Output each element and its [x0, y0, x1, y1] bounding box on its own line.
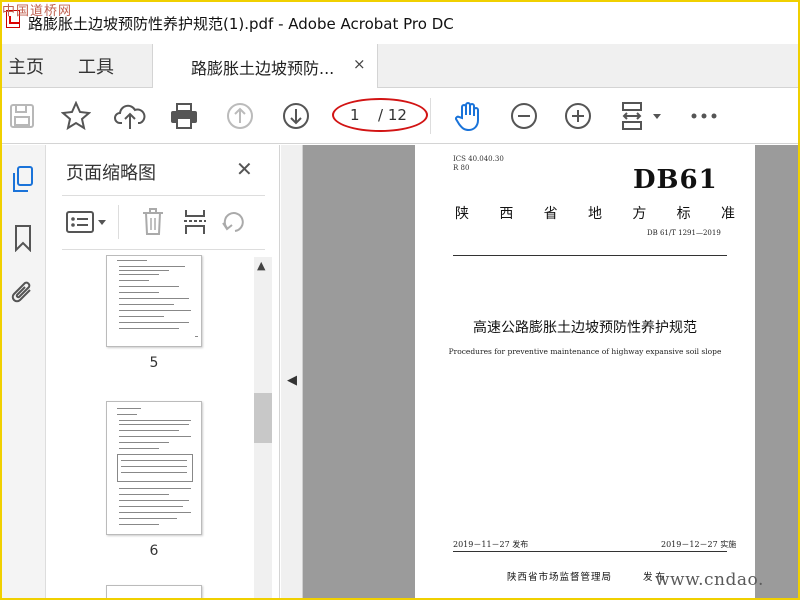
heading-char: 陕 — [455, 206, 469, 222]
province-standard-heading: 陕 西 省 地 方 标 准 — [455, 203, 735, 223]
ics-line: ICS 40.040.30 — [453, 155, 504, 163]
extract-pages-icon[interactable] — [180, 207, 210, 237]
heading-char: 地 — [587, 206, 602, 222]
page-number-field[interactable]: 1 / 12 — [332, 98, 428, 132]
thumbnail-page-7[interactable] — [106, 585, 202, 600]
panel-tools — [62, 203, 272, 243]
panel-divider-2 — [62, 249, 265, 250]
delete-page-icon[interactable] — [138, 207, 168, 237]
fit-page-icon[interactable] — [618, 100, 664, 132]
tab-bar: 主页 工具 路膨胀土边坡预防... × — [0, 44, 800, 88]
thumbnail-options-icon[interactable] — [64, 207, 110, 237]
document-title-en: Procedures for preventive maintenance of… — [448, 347, 722, 356]
tab-close-button[interactable]: × — [353, 55, 366, 73]
rotate-page-icon[interactable] — [220, 207, 250, 237]
zoom-out-icon[interactable] — [508, 100, 540, 132]
watermark-bottom: www.cndao. — [655, 570, 764, 590]
header-rule — [453, 255, 727, 256]
bookmark-icon[interactable] — [6, 221, 40, 255]
document-viewer: ◀ ICS 40.040.30 R 80 DB61 陕 西 省 地 方 标 准 … — [281, 145, 800, 600]
thumbnail-page-5[interactable] — [106, 255, 202, 347]
print-icon[interactable] — [168, 100, 200, 132]
heading-char: 省 — [543, 206, 558, 222]
document-title-zh: 高速公路膨胀土边坡预防性养护规范 — [473, 320, 697, 336]
more-icon[interactable] — [688, 100, 720, 132]
page-up-icon[interactable] — [224, 100, 256, 132]
footer-rule — [453, 551, 727, 552]
panel-tools-divider — [118, 205, 119, 239]
r-code-line: R 80 — [453, 164, 470, 172]
heading-char: 方 — [632, 206, 647, 222]
collapse-arrow-icon[interactable]: ◀ — [287, 373, 297, 388]
thumbnail-scrollbar[interactable]: ▲ — [254, 257, 272, 600]
hand-tool-icon[interactable] — [452, 100, 484, 132]
thumbnail-label: 6 — [149, 543, 159, 559]
toolbar: 1 / 12 — [0, 88, 800, 144]
toolbar-divider — [430, 98, 431, 134]
tab-document[interactable]: 路膨胀土边坡预防... × — [152, 44, 378, 88]
collapse-panel-handle[interactable]: ◀ — [281, 145, 303, 600]
heading-char: 西 — [499, 206, 514, 222]
tab-document-label: 路膨胀土边坡预防... — [191, 59, 335, 78]
ics-code: ICS 40.040.30 R 80 — [453, 155, 504, 173]
tab-tools[interactable]: 工具 — [78, 53, 114, 79]
thumbnails-panel: 页面缩略图 ✕ 5 6 ▲ — [46, 145, 280, 600]
scrollbar-thumb[interactable] — [254, 393, 272, 443]
thumbnail-list: 5 6 — [62, 255, 252, 600]
publish-date: 2019－11－27 发布 — [453, 540, 529, 549]
heading-char: 标 — [676, 206, 691, 222]
db-mark: DB61 — [633, 165, 718, 195]
implement-date: 2019－12－27 实施 — [661, 540, 737, 549]
panel-divider — [62, 195, 265, 196]
star-icon[interactable] — [60, 100, 92, 132]
issuer: 陕西省市场监督管理局 — [507, 572, 613, 583]
heading-char: 准 — [720, 206, 735, 222]
panel-title: 页面缩略图 — [66, 163, 156, 184]
attachment-icon[interactable] — [6, 277, 40, 311]
thumbnail-page-6[interactable] — [106, 401, 202, 535]
zoom-in-icon[interactable] — [562, 100, 594, 132]
standard-number: DB 61/T 1291—2019 — [647, 229, 721, 237]
red-highlight-oval — [332, 98, 428, 132]
tab-home[interactable]: 主页 — [8, 53, 44, 79]
title-bar: 中国道桥网 路膨胀土边坡预防性养护规范(1).pdf - Adobe Acrob… — [0, 0, 800, 44]
page-thumbnails-icon[interactable] — [6, 163, 40, 197]
scroll-up-icon[interactable]: ▲ — [257, 259, 265, 272]
thumbnail-label: 5 — [149, 355, 159, 371]
window-title: 路膨胀土边坡预防性养护规范(1).pdf - Adobe Acrobat Pro… — [28, 15, 454, 33]
left-rail — [0, 145, 46, 600]
save-icon[interactable] — [6, 100, 38, 132]
pdf-page: ICS 40.040.30 R 80 DB61 陕 西 省 地 方 标 准 DB… — [415, 145, 755, 600]
panel-close-button[interactable]: ✕ — [236, 157, 253, 181]
page-down-icon[interactable] — [280, 100, 312, 132]
upload-cloud-icon[interactable] — [114, 100, 146, 132]
